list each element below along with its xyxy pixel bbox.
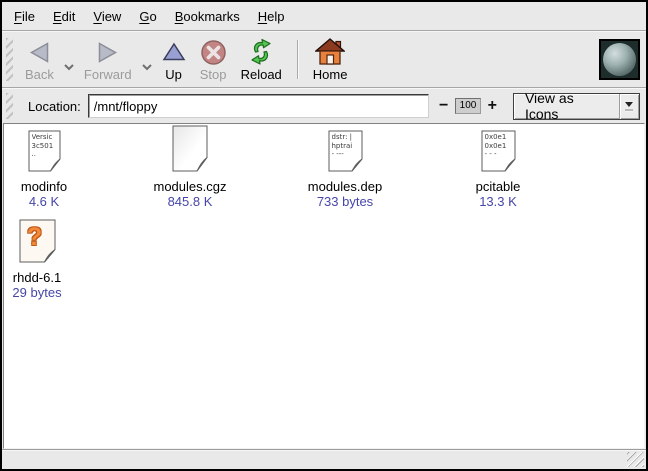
text-file-icon: dstr: | hptrai - --- <box>328 130 363 177</box>
file-manager-window: File Edit View Go Bookmarks Help Back Fo… <box>0 0 648 471</box>
dropdown-arrow-icon[interactable] <box>619 94 639 119</box>
location-input[interactable] <box>88 94 429 118</box>
menu-bookmarks[interactable]: Bookmarks <box>166 4 249 29</box>
up-label: Up <box>165 67 182 83</box>
stop-button[interactable]: Stop <box>193 34 234 85</box>
menu-edit[interactable]: Edit <box>44 4 84 29</box>
file-size: 845.8 K <box>145 194 235 209</box>
file-name: modinfo <box>0 179 89 194</box>
reload-label: Reload <box>241 67 282 83</box>
forward-button[interactable]: Forward <box>77 34 139 85</box>
location-label: Location: <box>28 99 81 114</box>
zoom-level-indicator: 100 <box>455 98 480 114</box>
menu-bar: File Edit View Go Bookmarks Help <box>2 2 646 30</box>
file-size: 13.3 K <box>453 194 543 209</box>
locationbar-grab-handle[interactable] <box>6 93 13 119</box>
up-button[interactable]: Up <box>155 34 193 85</box>
preview-line: dstr: | <box>332 133 356 142</box>
toolbar-separator <box>297 40 298 79</box>
file-size: 733 bytes <box>300 194 390 209</box>
forward-history-dropdown[interactable] <box>139 58 155 70</box>
preview-line: - --- <box>332 150 356 159</box>
home-label: Home <box>313 67 348 83</box>
forward-icon <box>95 37 120 67</box>
preview-line: hptrai <box>332 142 356 151</box>
unknown-file-icon: ? <box>19 219 56 268</box>
home-button[interactable]: Home <box>306 34 355 85</box>
file-size: 4.6 K <box>0 194 89 209</box>
throbber-sphere-icon <box>603 43 636 76</box>
back-icon <box>27 37 52 67</box>
location-bar: Location: − 100 + View as Icons <box>2 89 646 123</box>
view-as-dropdown[interactable]: View as Icons <box>513 93 640 120</box>
stop-label: Stop <box>200 67 227 83</box>
resize-grip[interactable] <box>627 452 644 467</box>
file-name: modules.dep <box>300 179 390 194</box>
file-name: modules.cgz <box>145 179 235 194</box>
zoom-out-button[interactable]: − <box>436 98 451 114</box>
file-item-modules-cgz[interactable]: modules.cgz 845.8 K <box>145 129 235 209</box>
preview-line: 3c501 <box>32 142 54 151</box>
preview-line: - - - <box>485 150 509 159</box>
preview-line: 0x0e1 <box>485 133 509 142</box>
menu-go[interactable]: Go <box>130 4 165 29</box>
up-icon <box>162 37 186 67</box>
toolbar: Back Forward Up <box>2 32 646 87</box>
file-name: pcitable <box>453 179 543 194</box>
menu-view[interactable]: View <box>84 4 130 29</box>
preview-line: .. <box>32 150 54 159</box>
toolbar-spacer <box>354 34 599 85</box>
zoom-in-button[interactable]: + <box>485 98 500 114</box>
back-label: Back <box>25 67 54 83</box>
preview-line: 0x0e1 <box>485 142 509 151</box>
file-view[interactable]: Versic 3c501 .. modinfo 4.6 K <box>3 123 645 449</box>
back-button[interactable]: Back <box>18 34 61 85</box>
forward-label: Forward <box>84 67 132 83</box>
toolbar-grab-handle[interactable] <box>6 38 13 81</box>
file-name: rhdd-6.1 <box>0 270 82 285</box>
file-item-modules-dep[interactable]: dstr: | hptrai - --- modules.dep 733 byt… <box>300 129 390 209</box>
status-bar <box>2 449 646 469</box>
back-history-dropdown[interactable] <box>61 58 77 70</box>
home-icon <box>315 37 345 67</box>
question-mark-glyph: ? <box>19 223 51 252</box>
reload-button[interactable]: Reload <box>234 34 289 85</box>
file-size: 29 bytes <box>0 285 82 300</box>
file-item-modinfo[interactable]: Versic 3c501 .. modinfo 4.6 K <box>0 129 89 209</box>
file-item-pcitable[interactable]: 0x0e1 0x0e1 - - - pcitable 13.3 K <box>453 129 543 209</box>
stop-icon <box>200 37 227 67</box>
blank-file-icon <box>172 125 208 177</box>
throbber <box>599 39 640 80</box>
preview-line: Versic <box>32 133 54 142</box>
file-item-rhdd[interactable]: ? rhdd-6.1 29 bytes <box>0 220 82 300</box>
text-file-icon: 0x0e1 0x0e1 - - - <box>481 130 516 177</box>
text-file-icon: Versic 3c501 .. <box>28 130 61 177</box>
menu-help[interactable]: Help <box>249 4 294 29</box>
menu-file[interactable]: File <box>5 4 44 29</box>
view-as-label: View as Icons <box>514 94 619 119</box>
reload-icon <box>246 37 276 67</box>
